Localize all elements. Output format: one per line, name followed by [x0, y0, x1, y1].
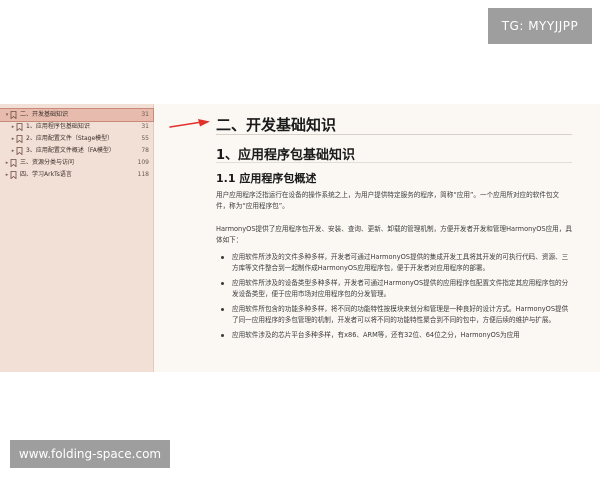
toc-item-page: 78	[141, 147, 149, 154]
toc-item-app-package[interactable]: ▸ 1、应用程序包基础知识 31	[0, 121, 153, 133]
bookmark-sidebar[interactable]: ▾ 二、开发基础知识 31 ▸ 1、应用程序包基础知识 31 ▸ 2、应用配置文…	[0, 104, 154, 372]
bullet-dot-icon	[221, 256, 224, 259]
toc-item-resources[interactable]: ▸ 三、资源分类与访问 109	[0, 157, 153, 169]
bookmark-icon	[10, 111, 17, 119]
toc-item-label: 2、应用配置文件（Stage模型）	[26, 135, 114, 142]
toc-item-page: 31	[141, 123, 149, 130]
bookmark-icon	[10, 159, 17, 167]
toc-item-page: 55	[141, 135, 149, 142]
toc-item-label: 3、应用配置文件概述（FA模型）	[26, 147, 115, 154]
bullet-dot-icon	[221, 282, 224, 285]
chapter-heading: 二、开发基础知识	[216, 116, 337, 134]
red-arrow-icon	[169, 119, 210, 128]
bookmark-icon	[10, 171, 17, 179]
toc-item-arkts[interactable]: ▸ 四、学习ArkTs语言 118	[0, 169, 153, 181]
paragraph: 用户应用程序泛指运行在设备的操作系统之上，为用户提供特定服务的程序，简称“应用”…	[216, 191, 560, 210]
list-item: 应用软件所涉及的文件多种多样，开发者可通过HarmonyOS提供的集成开发工具将…	[216, 252, 572, 274]
watermark-bottom-badge: www.folding-space.com	[10, 440, 170, 468]
toc-item-page: 31	[141, 111, 149, 118]
section-heading: 1、应用程序包基础知识	[216, 148, 356, 163]
document-viewer: ▾ 二、开发基础知识 31 ▸ 1、应用程序包基础知识 31 ▸ 2、应用配置文…	[0, 104, 600, 372]
bullet-dot-icon	[221, 308, 224, 311]
list-item-text: 应用软件所包含的功能多种多样，将不同的功能特性按模块来划分和管理是一种良好的设计…	[232, 305, 569, 324]
watermark-top-badge: TG: MYYJJPP	[488, 8, 592, 44]
toc-item-page: 118	[137, 171, 149, 178]
toc-item-dev-basics[interactable]: ▾ 二、开发基础知识 31	[0, 108, 154, 122]
list-item-text: 应用软件涉及的芯片平台多种多样，有x86、ARM等，还有32位、64位之分，Ha…	[232, 331, 520, 339]
list-item: 应用软件涉及的芯片平台多种多样，有x86、ARM等，还有32位、64位之分，Ha…	[216, 330, 572, 341]
bookmark-icon	[16, 135, 23, 143]
page: TG: MYYJJPP ▾ 二、开发基础知识 31 ▸ 1、应用程序包基础知识 …	[0, 0, 600, 480]
paragraph: HarmonyOS提供了应用程序包开发、安装、查询、更新、卸载的管理机制，方便开…	[216, 225, 572, 244]
toc-item-label: 1、应用程序包基础知识	[26, 123, 90, 130]
bullet-list: 应用软件所涉及的文件多种多样，开发者可通过HarmonyOS提供的集成开发工具将…	[216, 252, 572, 345]
heading-divider	[216, 162, 572, 163]
heading-divider	[216, 134, 572, 135]
toc-item-label: 二、开发基础知识	[20, 111, 69, 118]
subsection-heading: 1.1 应用程序包概述	[216, 172, 317, 185]
bookmark-icon	[16, 147, 23, 155]
toc-item-stage-config[interactable]: ▸ 2、应用配置文件（Stage模型） 55	[0, 133, 153, 145]
list-item-text: 应用软件所涉及的文件多种多样，开发者可通过HarmonyOS提供的集成开发工具将…	[232, 253, 569, 272]
toc-item-fa-config[interactable]: ▸ 3、应用配置文件概述（FA模型） 78	[0, 145, 153, 157]
toc-item-label: 四、学习ArkTs语言	[20, 171, 72, 178]
list-item: 应用软件所包含的功能多种多样，将不同的功能特性按模块来划分和管理是一种良好的设计…	[216, 304, 572, 326]
toc-item-page: 109	[137, 159, 149, 166]
list-item: 应用软件所涉及的设备类型多种多样，开发者可通过HarmonyOS提供的应用程序包…	[216, 278, 572, 300]
bookmark-icon	[16, 123, 23, 131]
toc-item-label: 三、资源分类与访问	[20, 159, 75, 166]
bullet-dot-icon	[221, 334, 224, 337]
list-item-text: 应用软件所涉及的设备类型多种多样，开发者可通过HarmonyOS提供的应用程序包…	[232, 279, 569, 298]
document-page: 二、开发基础知识 1、应用程序包基础知识 1.1 应用程序包概述 用户应用程序泛…	[154, 104, 600, 372]
